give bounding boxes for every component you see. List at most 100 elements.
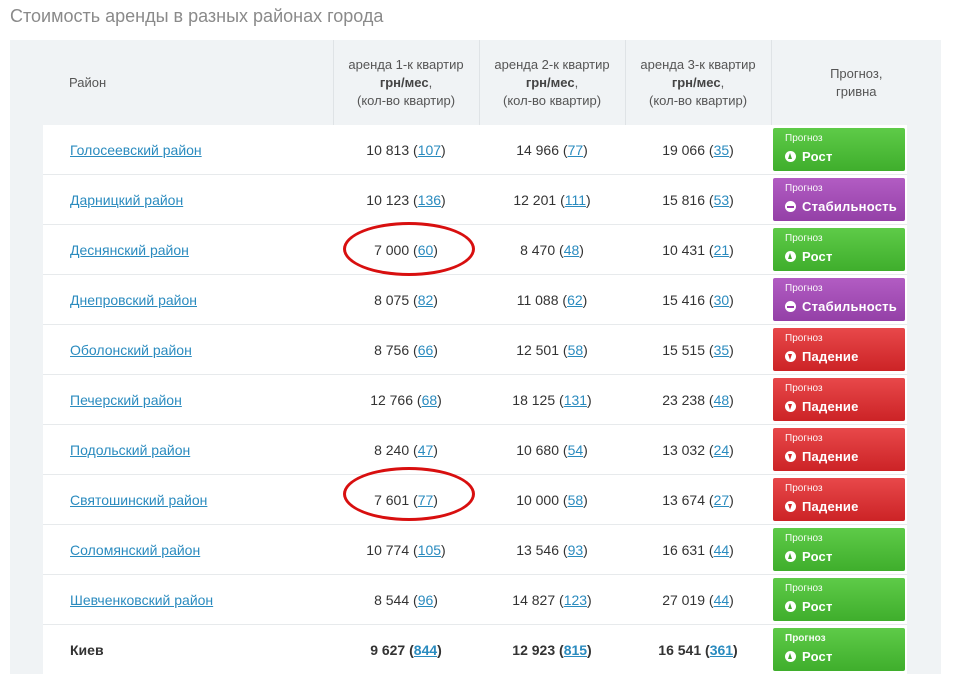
- listing-count-link[interactable]: 93: [568, 542, 584, 558]
- arrow-down-icon: [785, 351, 797, 362]
- listing-count-link[interactable]: 107: [418, 142, 441, 158]
- price-cell: 8 756 (66): [333, 324, 480, 375]
- price-cell: 14 827 (123): [479, 574, 626, 625]
- district-cell: Дарницкий район: [43, 174, 334, 225]
- listing-count-link[interactable]: 111: [565, 192, 586, 208]
- paren-close: ): [441, 141, 446, 158]
- district-link[interactable]: Голосеевский район: [70, 142, 202, 158]
- price-cell: 10 000 (58): [479, 474, 626, 525]
- district-link[interactable]: Дарницкий район: [70, 192, 183, 208]
- forecast-badge[interactable]: Прогноз Падение: [773, 328, 906, 371]
- listing-count-link[interactable]: 35: [714, 342, 730, 358]
- listing-count-link[interactable]: 66: [418, 342, 434, 358]
- arrow-up-icon: [785, 651, 797, 662]
- arrow-down-icon: [785, 401, 797, 412]
- forecast-badge[interactable]: Прогноз Падение: [773, 478, 906, 521]
- price-cell: 13 546 (93): [479, 524, 626, 575]
- listing-count-link[interactable]: 47: [418, 442, 434, 458]
- listing-count-link[interactable]: 27: [714, 492, 730, 508]
- district-cell: Днепровский район: [43, 274, 334, 325]
- listing-count-link[interactable]: 96: [418, 592, 434, 608]
- forecast-badge-status: Рост: [785, 248, 905, 266]
- forecast-badge-title: Прогноз: [785, 133, 823, 144]
- listing-count-link[interactable]: 82: [418, 292, 434, 308]
- district-link[interactable]: Печерский район: [70, 392, 182, 408]
- header-line: аренда 2-к квартир: [494, 56, 610, 72]
- price-value: 12 501: [516, 341, 560, 358]
- listing-count-link[interactable]: 54: [568, 442, 584, 458]
- forecast-cell: Прогноз Стабильность: [771, 174, 908, 225]
- district-link[interactable]: Оболонский район: [70, 342, 192, 358]
- forecast-status-text: Рост: [802, 149, 833, 164]
- paren-close: ): [433, 441, 438, 458]
- district-link[interactable]: Днепровский район: [70, 292, 197, 308]
- listing-count-link[interactable]: 44: [714, 542, 730, 558]
- forecast-badge[interactable]: Прогноз Рост: [773, 628, 906, 671]
- paren-close: ): [583, 141, 588, 158]
- price-value: 13 674: [662, 491, 706, 508]
- price-cell: 27 019 (44): [625, 574, 772, 625]
- listing-count-link[interactable]: 53: [714, 192, 730, 208]
- forecast-badge[interactable]: Прогноз Рост: [773, 228, 906, 271]
- header-line: аренда 1-к квартир: [348, 56, 464, 72]
- listing-count-link[interactable]: 58: [568, 492, 584, 508]
- row-spacer: [907, 424, 942, 475]
- listing-count-link[interactable]: 24: [714, 442, 730, 458]
- forecast-badge[interactable]: Прогноз Стабильность: [773, 278, 906, 321]
- listing-count-link[interactable]: 58: [568, 342, 584, 358]
- price-cell: 8 240 (47): [333, 424, 480, 475]
- header-line: (кол-во квартир): [357, 92, 456, 108]
- listing-count-link[interactable]: 30: [714, 292, 730, 308]
- district-link[interactable]: Соломянский район: [70, 542, 200, 558]
- price-value: 10 123: [366, 191, 410, 208]
- forecast-status-text: Рост: [802, 649, 833, 664]
- listing-count-link[interactable]: 62: [567, 292, 583, 308]
- table-row: Оболонский район 8 756 (66) 12 501 (58) 15 …: [10, 324, 942, 375]
- forecast-badge[interactable]: Прогноз Падение: [773, 428, 906, 471]
- paren-close: ): [729, 491, 734, 508]
- listing-count-link[interactable]: 77: [568, 142, 584, 158]
- district-link[interactable]: Подольский район: [70, 442, 190, 458]
- district-link[interactable]: Деснянский район: [70, 242, 189, 258]
- listing-count-link[interactable]: 48: [564, 242, 580, 258]
- district-link[interactable]: Святошинский район: [70, 492, 207, 508]
- listing-count-link[interactable]: 21: [714, 242, 730, 258]
- row-spacer: [10, 324, 43, 375]
- listing-count-link[interactable]: 48: [714, 392, 730, 408]
- forecast-badge[interactable]: Прогноз Рост: [773, 528, 906, 571]
- forecast-status-text: Падение: [802, 349, 859, 364]
- forecast-badge-status: Рост: [785, 648, 905, 666]
- listing-count-link[interactable]: 844: [414, 642, 437, 658]
- arrow-down-icon: [785, 451, 797, 462]
- forecast-badge[interactable]: Прогноз Стабильность: [773, 178, 906, 221]
- paren-close: ): [579, 241, 584, 258]
- forecast-column-header: Прогноз, гривна: [770, 40, 942, 125]
- listing-count-link[interactable]: 77: [418, 492, 434, 508]
- district-link[interactable]: Шевченковский район: [70, 592, 213, 608]
- forecast-badge[interactable]: Прогноз Рост: [773, 578, 906, 621]
- row-spacer: [10, 125, 43, 175]
- listing-count-link[interactable]: 815: [564, 642, 587, 658]
- listing-count-link[interactable]: 136: [418, 192, 441, 208]
- forecast-badge[interactable]: Прогноз Рост: [773, 128, 906, 171]
- paren-close: ): [729, 341, 734, 358]
- listing-count-link[interactable]: 123: [564, 592, 587, 608]
- price-value: 10 680: [516, 441, 560, 458]
- listing-count-link[interactable]: 44: [714, 592, 730, 608]
- forecast-cell: Прогноз Рост: [771, 524, 908, 575]
- forecast-badge-status: Падение: [785, 448, 905, 466]
- price-value: 18 125: [512, 391, 556, 408]
- price-cell: 10 123 (136): [333, 174, 480, 225]
- forecast-badge[interactable]: Прогноз Падение: [773, 378, 906, 421]
- listing-count-link[interactable]: 68: [422, 392, 438, 408]
- listing-count-link[interactable]: 105: [418, 542, 441, 558]
- header-line: (кол-во квартир): [503, 92, 602, 108]
- listing-count-link[interactable]: 361: [710, 642, 733, 658]
- price-cell: 10 813 (107): [333, 125, 480, 175]
- price-value: 12 923: [512, 641, 556, 658]
- listing-count-link[interactable]: 131: [564, 392, 587, 408]
- header-comma: ,: [720, 74, 725, 90]
- price-value: 16 541: [658, 641, 702, 658]
- listing-count-link[interactable]: 35: [714, 142, 730, 158]
- listing-count-link[interactable]: 60: [418, 242, 434, 258]
